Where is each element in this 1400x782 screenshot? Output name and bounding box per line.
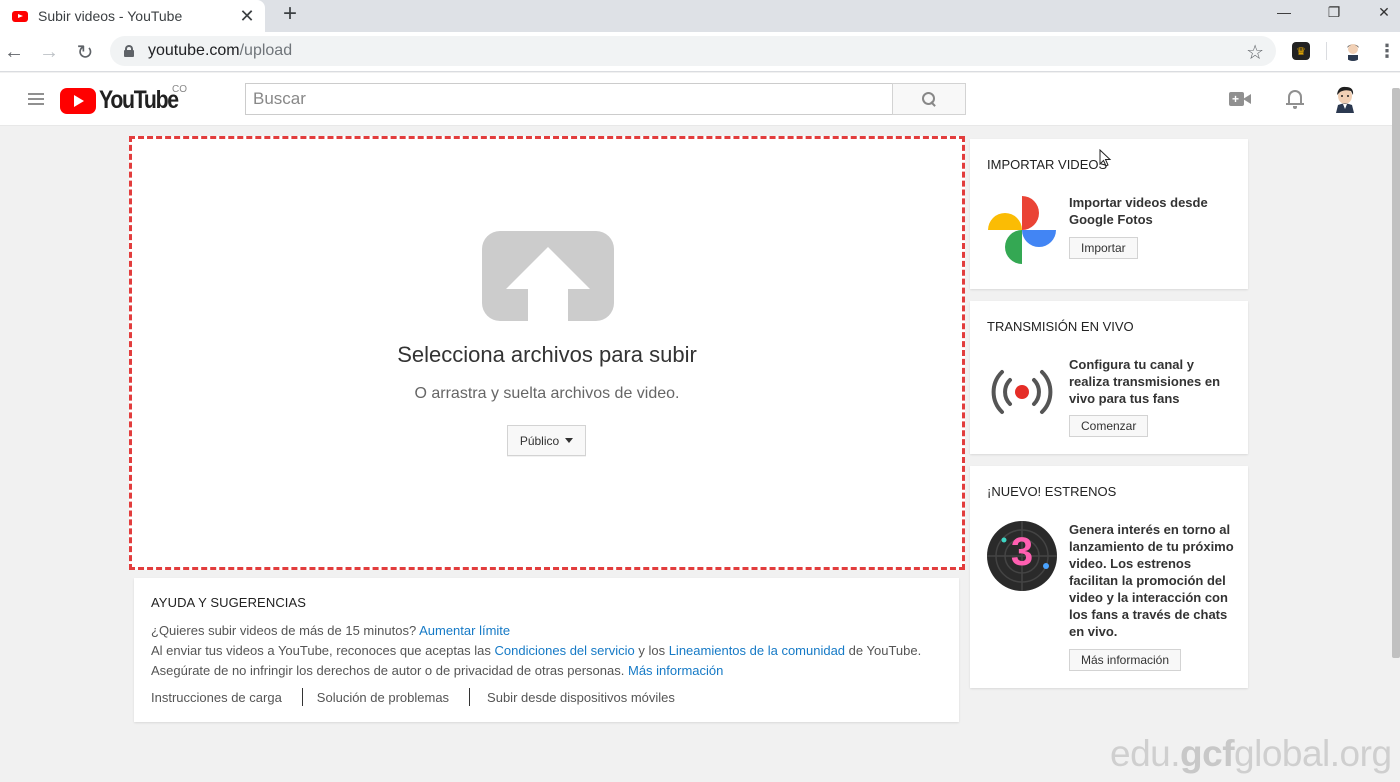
live-streaming-card: TRANSMISIÓN EN VIVO Configura tu canal y…: [970, 301, 1248, 454]
country-code: CO: [172, 84, 187, 95]
bookmark-star-icon[interactable]: ☆: [1246, 40, 1264, 65]
caret-down-icon: [565, 438, 574, 443]
search-button[interactable]: [892, 83, 966, 115]
tab-title: Subir videos - YouTube: [38, 8, 183, 24]
toolbar-divider: [1326, 42, 1327, 60]
premieres-card: ¡NUEVO! ESTRENOS 3 Genera interés en tor…: [970, 466, 1248, 688]
help-panel: AYUDA Y SUGERENCIAS ¿Quieres subir video…: [134, 578, 959, 722]
start-button[interactable]: Comenzar: [1069, 415, 1149, 437]
create-video-icon[interactable]: +: [1229, 91, 1251, 107]
hamburger-menu-icon[interactable]: [28, 93, 44, 105]
privacy-value: Público: [519, 433, 560, 448]
google-photos-icon: [988, 196, 1056, 264]
card-title: IMPORTAR VIDEOS: [987, 157, 1108, 172]
url-host: youtube.com: [148, 42, 240, 59]
help-text: Asegúrate de no infringir los derechos d…: [151, 663, 625, 678]
browser-toolbar: ← → ↻ youtube.com/upload ☆: [0, 32, 1400, 72]
more-info-link[interactable]: Más información: [628, 663, 723, 678]
upload-instructions-link[interactable]: Instrucciones de carga: [151, 690, 282, 705]
browser-tab[interactable]: Subir videos - YouTube ✕: [0, 0, 265, 32]
reload-button[interactable]: ↻: [73, 40, 97, 64]
notifications-bell-icon[interactable]: [1285, 88, 1305, 110]
troubleshooting-link[interactable]: Solución de problemas: [317, 690, 449, 705]
youtube-favicon-icon: [12, 10, 28, 22]
watermark-part: gcf: [1180, 733, 1235, 774]
browser-tab-strip: Subir videos - YouTube ✕ + — ❐ ✕: [0, 0, 1400, 32]
page-scrollbar[interactable]: [1392, 88, 1400, 658]
card-title: ¡NUEVO! ESTRENOS: [987, 484, 1117, 499]
tab-close-icon[interactable]: ✕: [235, 4, 259, 28]
watermark-part: global.org: [1234, 733, 1392, 774]
minimize-button[interactable]: —: [1264, 0, 1304, 24]
browser-profile-icon[interactable]: [1343, 41, 1363, 61]
help-line-duration: ¿Quieres subir videos de más de 15 minut…: [151, 623, 510, 638]
help-links: Instrucciones de carga Solución de probl…: [151, 688, 675, 706]
restore-button[interactable]: ❐: [1314, 0, 1354, 24]
search-input[interactable]: Buscar: [245, 83, 893, 115]
card-text: Genera interés en torno al lanzamiento d…: [1069, 522, 1234, 639]
link-divider: [301, 688, 303, 706]
link-divider: [469, 688, 471, 706]
upload-drop-zone[interactable]: Selecciona archivos para subir O arrastr…: [129, 136, 965, 570]
help-text: ¿Quieres subir videos de más de 15 minut…: [151, 623, 417, 638]
crown-extension-icon[interactable]: ♛: [1292, 42, 1310, 60]
help-line-terms: Al enviar tus videos a YouTube, reconoce…: [151, 643, 921, 658]
increase-limit-link[interactable]: Aumentar límite: [419, 623, 510, 638]
mouse-cursor-icon: [1099, 149, 1112, 167]
help-text: Al enviar tus videos a YouTube, reconoce…: [151, 643, 491, 658]
import-button[interactable]: Importar: [1069, 237, 1138, 259]
terms-of-service-link[interactable]: Condiciones del servicio: [495, 643, 635, 658]
upload-title[interactable]: Selecciona archivos para subir: [132, 342, 962, 368]
card-title: TRANSMISIÓN EN VIVO: [987, 319, 1134, 334]
countdown-number: 3: [1010, 530, 1034, 574]
card-text: Importar videos desde Google Fotos: [1069, 195, 1208, 227]
gcfglobal-watermark: edu.gcfglobal.org: [1110, 733, 1392, 775]
browser-menu-icon[interactable]: ⋮: [1378, 38, 1396, 64]
back-button[interactable]: ←: [2, 40, 26, 64]
upload-arrow-icon[interactable]: [482, 231, 614, 321]
close-window-button[interactable]: ✕: [1364, 0, 1400, 24]
card-text: Configura tu canal y realiza transmision…: [1069, 357, 1221, 406]
search-icon: [922, 92, 936, 106]
youtube-logo-text: YouTube: [99, 86, 179, 114]
lock-icon[interactable]: [124, 45, 134, 57]
watermark-part: edu.: [1110, 733, 1181, 774]
upload-subtitle: O arrastra y suelta archivos de video.: [414, 385, 680, 402]
live-broadcast-icon: [991, 370, 1053, 414]
more-info-button[interactable]: Más información: [1069, 649, 1182, 671]
avatar[interactable]: [1332, 85, 1358, 113]
premieres-countdown-icon: 3: [986, 520, 1058, 592]
help-text: y los: [638, 643, 666, 658]
help-text: de YouTube.: [848, 643, 922, 658]
community-guidelines-link[interactable]: Lineamientos de la comunidad: [669, 643, 845, 658]
address-bar[interactable]: youtube.com/upload ☆: [110, 36, 1276, 66]
mobile-upload-link[interactable]: Subir desde dispositivos móviles: [487, 690, 675, 705]
privacy-dropdown[interactable]: Público: [507, 425, 586, 456]
help-line-copyright: Asegúrate de no infringir los derechos d…: [151, 663, 723, 678]
url-path: /upload: [239, 42, 293, 59]
youtube-play-icon: [60, 87, 96, 114]
help-title: AYUDA Y SUGERENCIAS: [151, 595, 307, 610]
new-tab-button[interactable]: +: [278, 0, 302, 27]
youtube-header: YouTube CO Buscar +: [0, 73, 1400, 126]
forward-button[interactable]: →: [37, 40, 61, 64]
